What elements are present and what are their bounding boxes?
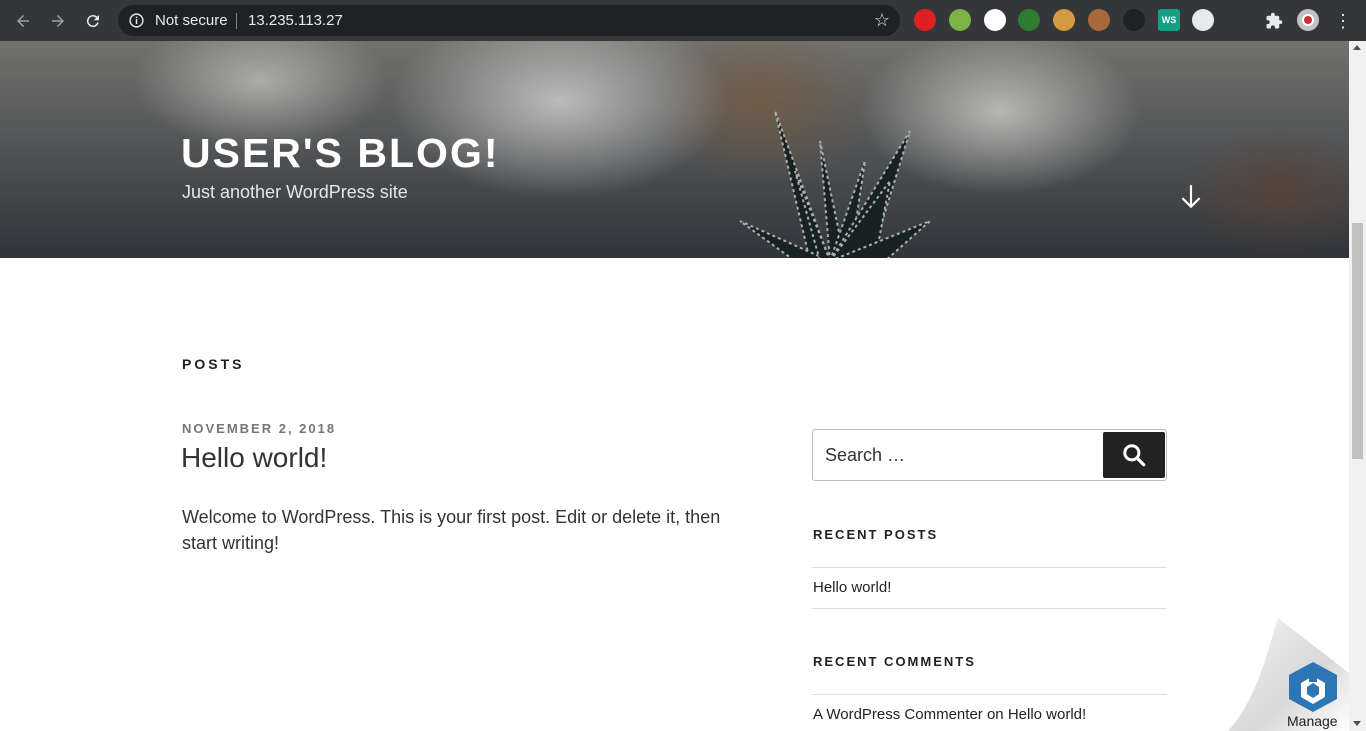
web-page: USER'S BLOG! Just another WordPress site… bbox=[0, 41, 1349, 731]
grammarly-icon[interactable] bbox=[1192, 9, 1214, 31]
omnibox-divider bbox=[236, 13, 237, 29]
browser-menu-icon[interactable]: ⋮ bbox=[1330, 8, 1356, 34]
header-hero-image: USER'S BLOG! Just another WordPress site bbox=[0, 41, 1349, 258]
back-button[interactable] bbox=[10, 8, 36, 34]
search-input[interactable] bbox=[825, 442, 1095, 468]
extensions-puzzle-button[interactable] bbox=[1261, 8, 1287, 34]
search-icon bbox=[1123, 444, 1146, 467]
divider bbox=[812, 567, 1167, 568]
search-form bbox=[812, 429, 1167, 481]
puzzle-icon bbox=[1266, 12, 1283, 29]
extension-dark-icon[interactable] bbox=[1123, 9, 1145, 31]
site-description: Just another WordPress site bbox=[182, 182, 408, 202]
divider bbox=[812, 608, 1167, 609]
back-arrow-icon bbox=[17, 15, 29, 27]
divider bbox=[812, 694, 1167, 695]
scroll-down-arrow-icon[interactable] bbox=[1178, 183, 1204, 211]
posts-section-title: POSTS bbox=[182, 356, 245, 372]
cookie-icon[interactable] bbox=[1053, 9, 1075, 31]
extension-green-icon[interactable] bbox=[949, 9, 971, 31]
page-scrollbar[interactable] bbox=[1349, 41, 1366, 731]
scrollbar-thumb[interactable] bbox=[1352, 223, 1363, 459]
recent-comments-title: RECENT COMMENTS bbox=[813, 654, 976, 669]
scroll-down-icon[interactable] bbox=[1353, 721, 1361, 726]
manage-label[interactable]: Manage bbox=[1287, 713, 1338, 729]
screenshot-camera-icon[interactable] bbox=[984, 9, 1006, 31]
cookie-editor-icon[interactable] bbox=[1088, 9, 1110, 31]
security-label[interactable]: Not secure bbox=[155, 12, 228, 29]
recent-post-link[interactable]: Hello world! bbox=[813, 579, 891, 596]
info-icon[interactable] bbox=[128, 12, 145, 29]
cart-icon[interactable] bbox=[1227, 9, 1249, 31]
post-excerpt: Welcome to WordPress. This is your first… bbox=[182, 507, 721, 553]
forward-arrow-icon bbox=[52, 15, 64, 27]
address-bar[interactable]: Not secure 13.235.113.27 ☆ bbox=[118, 5, 900, 36]
recent-comment-item: A WordPress Commenter on Hello world! bbox=[813, 706, 1086, 723]
comment-post-link[interactable]: Hello world! bbox=[1008, 706, 1086, 723]
scroll-up-icon[interactable] bbox=[1353, 45, 1361, 50]
comment-on-text: on bbox=[986, 706, 1004, 723]
extension-leaf-icon[interactable] bbox=[1018, 9, 1040, 31]
ws-extension-icon[interactable]: WS bbox=[1158, 9, 1180, 31]
post-date[interactable]: NOVEMBER 2, 2018 bbox=[182, 421, 336, 436]
profile-avatar[interactable] bbox=[1297, 9, 1319, 31]
bookmark-star-icon[interactable]: ☆ bbox=[874, 10, 890, 31]
recent-posts-title: RECENT POSTS bbox=[813, 527, 939, 542]
adblock-icon[interactable] bbox=[914, 9, 936, 31]
browser-toolbar: Not secure 13.235.113.27 ☆ WS ⋮ bbox=[0, 0, 1366, 41]
post-title[interactable]: Hello world! bbox=[181, 442, 327, 474]
search-button[interactable] bbox=[1103, 432, 1165, 478]
reload-button[interactable] bbox=[80, 8, 106, 34]
forward-button[interactable] bbox=[45, 8, 71, 34]
reload-icon bbox=[86, 15, 99, 28]
url-text[interactable]: 13.235.113.27 bbox=[248, 12, 343, 29]
site-title[interactable]: USER'S BLOG! bbox=[181, 130, 500, 177]
comment-author-link[interactable]: A WordPress Commenter bbox=[813, 706, 983, 723]
